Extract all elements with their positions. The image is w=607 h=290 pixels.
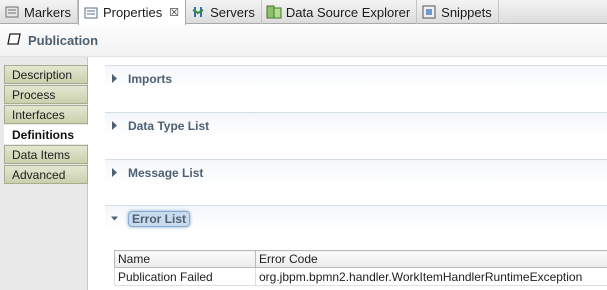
sidebar-item-definitions[interactable]: Definitions xyxy=(4,125,89,144)
tab-label: Data Source Explorer xyxy=(285,4,411,20)
sidebar-item-data-items[interactable]: Data Items xyxy=(4,145,88,164)
tab-servers[interactable]: Servers xyxy=(186,0,262,24)
table-row[interactable]: Publication Failed org.jbpm.bpmn2.handle… xyxy=(114,267,607,286)
close-icon[interactable]: ☒ xyxy=(169,6,179,19)
properties-icon xyxy=(83,5,99,21)
section-error-list[interactable]: Error List xyxy=(105,205,607,231)
tab-data-source-explorer[interactable]: Data Source Explorer xyxy=(262,0,418,24)
tab-properties[interactable]: Properties ☒ xyxy=(77,0,187,25)
sidebar-item-process[interactable]: Process xyxy=(4,85,88,104)
section-title: Data Type List xyxy=(128,118,210,133)
table-cell-name: Publication Failed xyxy=(114,267,256,286)
section-title: Message List xyxy=(128,165,204,180)
servers-icon xyxy=(190,4,206,20)
chevron-down-icon xyxy=(111,216,118,221)
table-header-row: Name Error Code xyxy=(114,250,607,268)
tab-label: Servers xyxy=(210,4,255,20)
view-tab-bar: Markers Properties ☒ Servers Data Source… xyxy=(0,0,607,25)
tab-snippets[interactable]: Snippets xyxy=(417,0,499,24)
error-list-table: Name Error Code Publication Failed org.j… xyxy=(114,250,607,286)
publication-icon xyxy=(6,32,22,49)
table-cell-error-code: org.jbpm.bpmn2.handler.WorkItemHandlerRu… xyxy=(255,267,607,286)
sidebar-item-advanced[interactable]: Advanced xyxy=(4,165,88,184)
data-source-explorer-icon xyxy=(266,4,282,20)
chevron-right-icon xyxy=(112,121,117,130)
definitions-content: Imports Data Type List Message List Erro… xyxy=(89,57,607,290)
section-title: Error List xyxy=(128,210,191,227)
tab-markers[interactable]: Markers xyxy=(0,0,78,24)
sidebar-item-description[interactable]: Description xyxy=(4,65,88,84)
property-tabs-sidebar: Description Process Interfaces Definitio… xyxy=(0,57,89,290)
properties-header: Publication xyxy=(0,25,607,57)
page-title: Publication xyxy=(28,33,99,48)
tab-label: Markers xyxy=(24,4,71,20)
section-title: Imports xyxy=(128,71,173,86)
column-header-error-code[interactable]: Error Code xyxy=(255,250,607,268)
chevron-right-icon xyxy=(112,74,117,83)
column-header-name[interactable]: Name xyxy=(114,250,256,268)
section-data-type-list[interactable]: Data Type List xyxy=(105,112,607,138)
tab-label: Snippets xyxy=(441,4,492,20)
section-imports[interactable]: Imports xyxy=(105,65,607,91)
snippets-icon xyxy=(421,4,437,20)
markers-icon xyxy=(4,4,20,20)
tab-label: Properties xyxy=(102,5,163,20)
section-message-list[interactable]: Message List xyxy=(105,159,607,185)
chevron-right-icon xyxy=(112,168,117,177)
sidebar-item-interfaces[interactable]: Interfaces xyxy=(4,105,88,124)
